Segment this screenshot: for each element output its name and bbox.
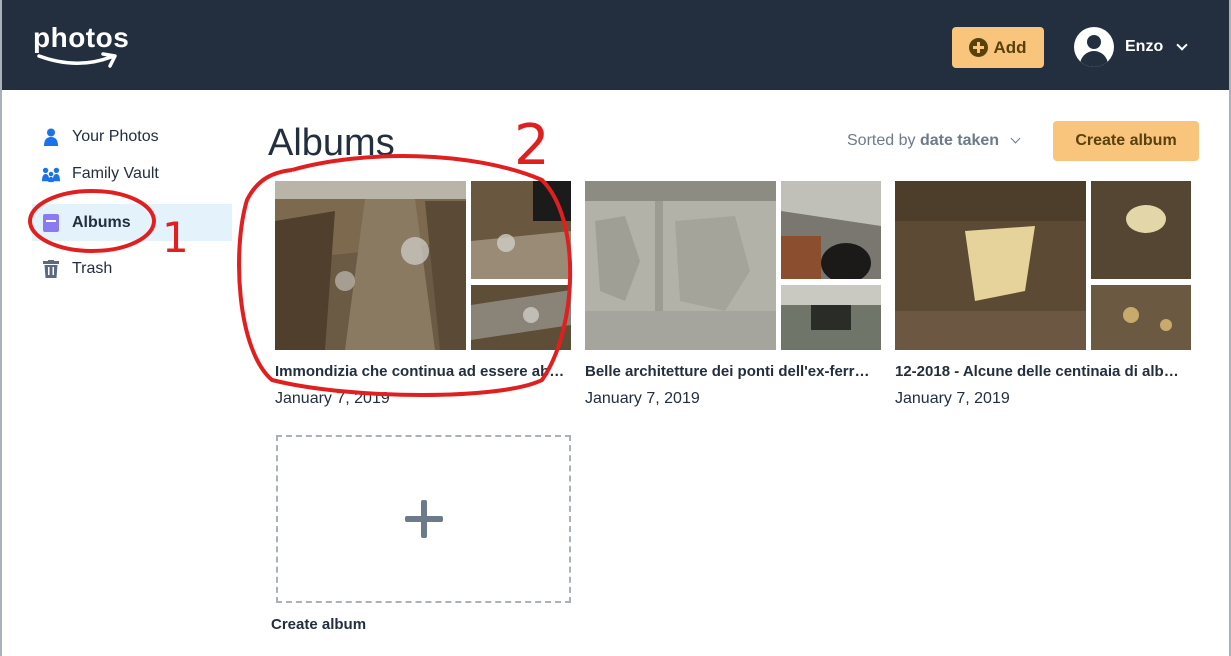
logo-text: photos [33,22,130,53]
album-date: January 7, 2019 [275,390,390,407]
album-cover-photo [585,181,776,350]
album-photo [471,181,571,279]
album-photo [1091,181,1191,279]
sidebar: Your Photos Family Vault Albums Trash [32,118,232,287]
annotation-number-2: 2 [514,113,550,178]
sort-dropdown[interactable]: Sorted by date taken [847,132,1020,150]
sidebar-item-family-vault[interactable]: Family Vault [32,155,232,192]
create-album-tile[interactable] [276,435,571,603]
top-bar: photos Add Enzo [2,0,1229,90]
album-thumbnails [895,181,1191,350]
chevron-down-icon [1010,133,1020,144]
create-album-button[interactable]: Create album [1053,121,1199,161]
album-icon [42,213,60,232]
album-photo [781,285,881,350]
album-thumbnails [275,181,571,350]
avatar [1074,27,1114,67]
album-photo [471,285,571,350]
album-card[interactable]: 12-2018 - Alcune delle centinaia di albe… [895,181,1191,408]
family-icon [42,165,60,183]
sidebar-item-label: Your Photos [72,127,159,145]
album-title[interactable]: Belle architetture dei ponti dell'ex-fer… [585,363,877,380]
page-title: Albums [268,122,395,164]
create-album-button-label: Create album [1075,132,1177,149]
person-icon [42,128,60,146]
album-cover-photo [895,181,1086,350]
album-title[interactable]: 12-2018 - Alcune delle centinaia di albe… [895,363,1187,380]
album-photo [1091,285,1191,350]
trash-icon [42,259,60,278]
add-button-label: Add [993,37,1027,57]
sort-value: date taken [919,132,1000,149]
album-date: January 7, 2019 [585,390,700,407]
user-name: Enzo [1125,38,1164,55]
album-cover-photo [275,181,466,350]
user-menu[interactable]: Enzo [1074,27,1188,67]
create-album-tile-label: Create album [271,616,367,633]
album-title[interactable]: Immondizia che continua ad essere abband… [275,363,567,380]
sidebar-item-label: Trash [72,259,113,277]
chevron-down-icon [1176,39,1188,51]
plus-icon [404,500,443,538]
app-logo[interactable]: photos [33,22,130,68]
page: photos Add Enzo Your Photos Family Vault… [0,0,1231,656]
smile-arrow-icon [37,52,117,68]
sidebar-item-your-photos[interactable]: Your Photos [32,118,232,155]
add-circle-icon [969,38,989,57]
sidebar-item-albums[interactable]: Albums [32,204,232,241]
add-button[interactable]: Add [952,27,1044,68]
album-date: January 7, 2019 [895,390,1010,407]
album-card[interactable]: Immondizia che continua ad essere abband… [275,181,571,408]
album-photo [781,181,881,279]
sidebar-item-label: Family Vault [72,164,159,182]
album-card[interactable]: Belle architetture dei ponti dell'ex-fer… [585,181,881,408]
album-thumbnails [585,181,881,350]
sort-prefix: Sorted by [847,132,916,149]
sidebar-item-trash[interactable]: Trash [32,250,232,287]
sidebar-item-label: Albums [72,213,131,231]
